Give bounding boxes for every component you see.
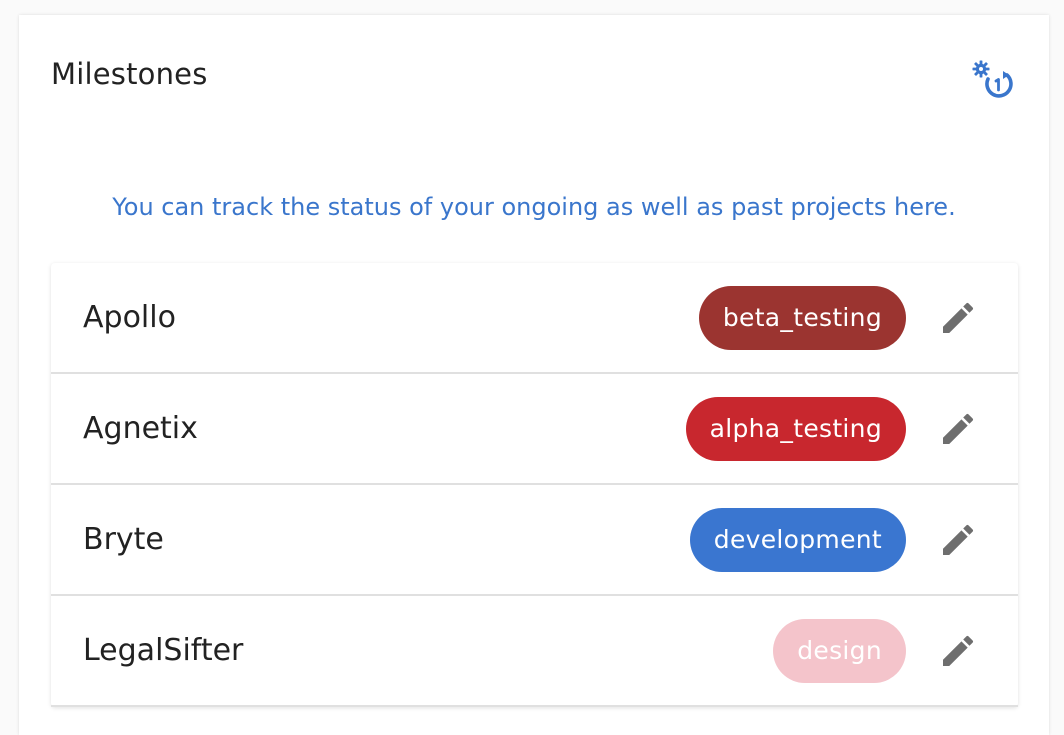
list-item: Bryte development bbox=[51, 485, 1018, 596]
project-name: Agnetix bbox=[83, 411, 198, 446]
status-badge[interactable]: development bbox=[689, 508, 906, 572]
page-description: You can track the status of your ongoing… bbox=[112, 193, 956, 221]
milestones-card: Milestones You can track the status of y… bbox=[19, 15, 1049, 735]
project-name: Bryte bbox=[83, 522, 164, 557]
edit-button[interactable] bbox=[934, 405, 982, 453]
settings-refresh-button[interactable] bbox=[965, 53, 1017, 105]
status-badge[interactable]: alpha_testing bbox=[685, 397, 906, 461]
pencil-icon bbox=[943, 302, 974, 333]
project-name: LegalSifter bbox=[83, 633, 244, 668]
edit-button[interactable] bbox=[934, 294, 982, 342]
pencil-icon bbox=[943, 413, 974, 444]
status-badge[interactable]: design bbox=[773, 619, 906, 683]
list-item: Apollo beta_testing bbox=[51, 263, 1018, 374]
card-header: Milestones bbox=[19, 15, 1049, 145]
list-item: Agnetix alpha_testing bbox=[51, 374, 1018, 485]
edit-button[interactable] bbox=[934, 516, 982, 564]
status-badge[interactable]: beta_testing bbox=[698, 286, 906, 350]
list-item: LegalSifter design bbox=[51, 596, 1018, 707]
pencil-icon bbox=[943, 635, 974, 666]
settings-refresh-icon bbox=[972, 60, 1013, 98]
project-name: Apollo bbox=[83, 300, 176, 335]
edit-button[interactable] bbox=[934, 627, 982, 675]
project-list: Apollo beta_testing Agnetix alpha_testin… bbox=[51, 263, 1018, 707]
card-title: Milestones bbox=[51, 57, 208, 91]
pencil-icon bbox=[943, 524, 974, 555]
